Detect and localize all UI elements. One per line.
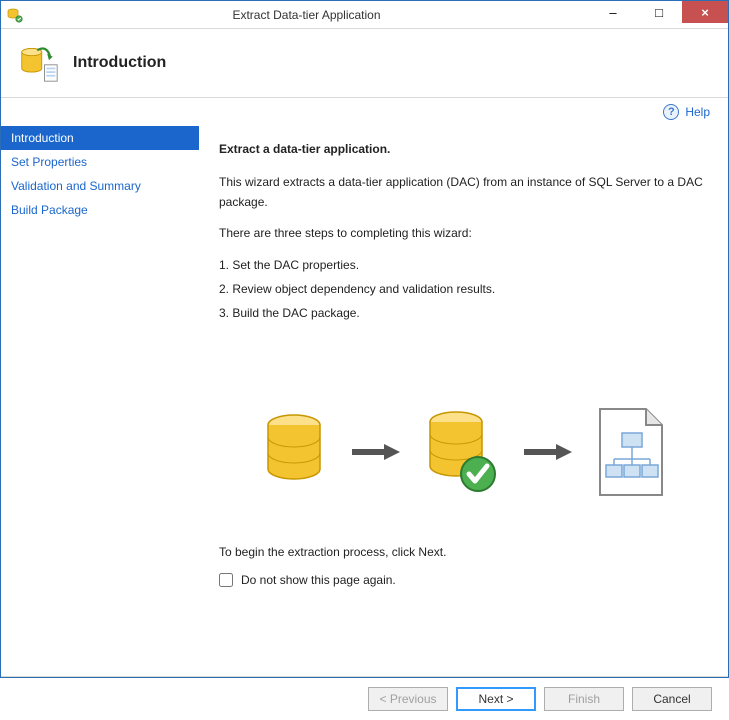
window-title: Extract Data-tier Application — [23, 8, 590, 22]
steps-intro: There are three steps to completing this… — [219, 223, 708, 243]
sidebar-item-introduction[interactable]: Introduction — [1, 126, 199, 150]
database-icon — [262, 413, 326, 494]
content-heading: Extract a data-tier application. — [219, 142, 708, 156]
do-not-show-row: Do not show this page again. — [219, 573, 708, 587]
sidebar-item-build-package[interactable]: Build Package — [1, 198, 199, 222]
help-link[interactable]: ? Help — [663, 104, 710, 120]
do-not-show-checkbox[interactable] — [219, 573, 233, 587]
begin-text: To begin the extraction process, click N… — [219, 542, 708, 562]
cancel-button[interactable]: Cancel — [632, 687, 712, 711]
maximize-button[interactable]: □ — [636, 1, 682, 23]
do-not-show-label: Do not show this page again. — [241, 573, 396, 587]
wizard-body: Introduction Set Properties Validation a… — [1, 126, 728, 676]
help-row: ? Help — [1, 98, 728, 126]
arrow-icon — [350, 442, 400, 465]
sidebar: Introduction Set Properties Validation a… — [1, 126, 199, 676]
wizard-window: Extract Data-tier Application – □ × Intr… — [0, 0, 729, 678]
sidebar-item-validation-summary[interactable]: Validation and Summary — [1, 174, 199, 198]
previous-button[interactable]: < Previous — [368, 687, 448, 711]
titlebar: Extract Data-tier Application – □ × — [1, 1, 728, 29]
document-diagram-icon — [596, 405, 666, 502]
help-icon: ? — [663, 104, 679, 120]
help-label: Help — [685, 105, 710, 119]
minimize-button[interactable]: – — [590, 1, 636, 23]
step-3: 3. Build the DAC package. — [219, 301, 708, 325]
app-icon — [7, 7, 23, 23]
intro-text: This wizard extracts a data-tier applica… — [219, 172, 708, 213]
wizard-header: Introduction — [1, 29, 728, 98]
content-pane: Extract a data-tier application. This wi… — [199, 126, 728, 676]
step-1: 1. Set the DAC properties. — [219, 253, 708, 277]
page-title: Introduction — [73, 54, 166, 72]
finish-button[interactable]: Finish — [544, 687, 624, 711]
arrow-icon — [522, 442, 572, 465]
wizard-footer: < Previous Next > Finish Cancel — [1, 676, 728, 720]
step-2: 2. Review object dependency and validati… — [219, 277, 708, 301]
next-button[interactable]: Next > — [456, 687, 536, 711]
illustration — [219, 405, 708, 502]
window-controls: – □ × — [590, 1, 728, 28]
database-check-icon — [424, 410, 498, 497]
database-export-icon — [19, 43, 59, 83]
sidebar-item-set-properties[interactable]: Set Properties — [1, 150, 199, 174]
close-button[interactable]: × — [682, 1, 728, 23]
